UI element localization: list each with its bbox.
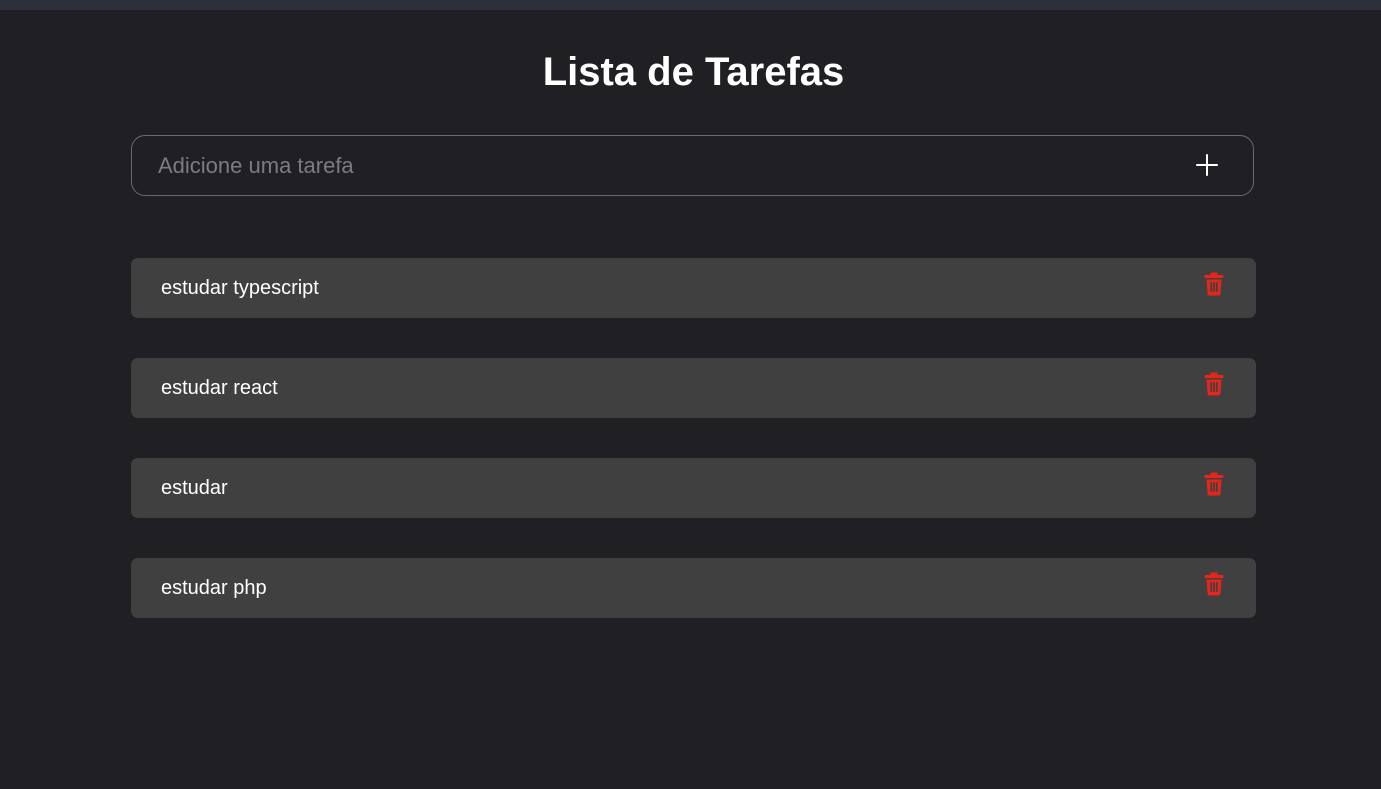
task-item: estudar typescript xyxy=(131,258,1256,318)
task-item: estudar php xyxy=(131,558,1256,618)
plus-icon xyxy=(1196,154,1218,176)
delete-task-button[interactable] xyxy=(1204,272,1224,296)
trash-icon xyxy=(1204,572,1224,596)
top-strip xyxy=(0,0,1381,10)
task-item: estudar react xyxy=(131,358,1256,418)
task-input[interactable] xyxy=(158,136,1158,195)
trash-icon xyxy=(1204,372,1224,396)
trash-icon xyxy=(1204,272,1224,296)
task-list: estudar typescript estudar react estudar… xyxy=(131,258,1256,658)
add-task-form xyxy=(131,135,1254,196)
page-title: Lista de Tarefas xyxy=(542,50,845,94)
task-label: estudar xyxy=(161,477,228,499)
task-label: estudar react xyxy=(161,377,278,399)
add-task-button[interactable] xyxy=(1195,153,1219,177)
task-label: estudar php xyxy=(161,577,267,599)
trash-icon xyxy=(1204,472,1224,496)
delete-task-button[interactable] xyxy=(1204,372,1224,396)
delete-task-button[interactable] xyxy=(1204,572,1224,596)
task-item: estudar xyxy=(131,458,1256,518)
delete-task-button[interactable] xyxy=(1204,472,1224,496)
task-label: estudar typescript xyxy=(161,277,319,299)
